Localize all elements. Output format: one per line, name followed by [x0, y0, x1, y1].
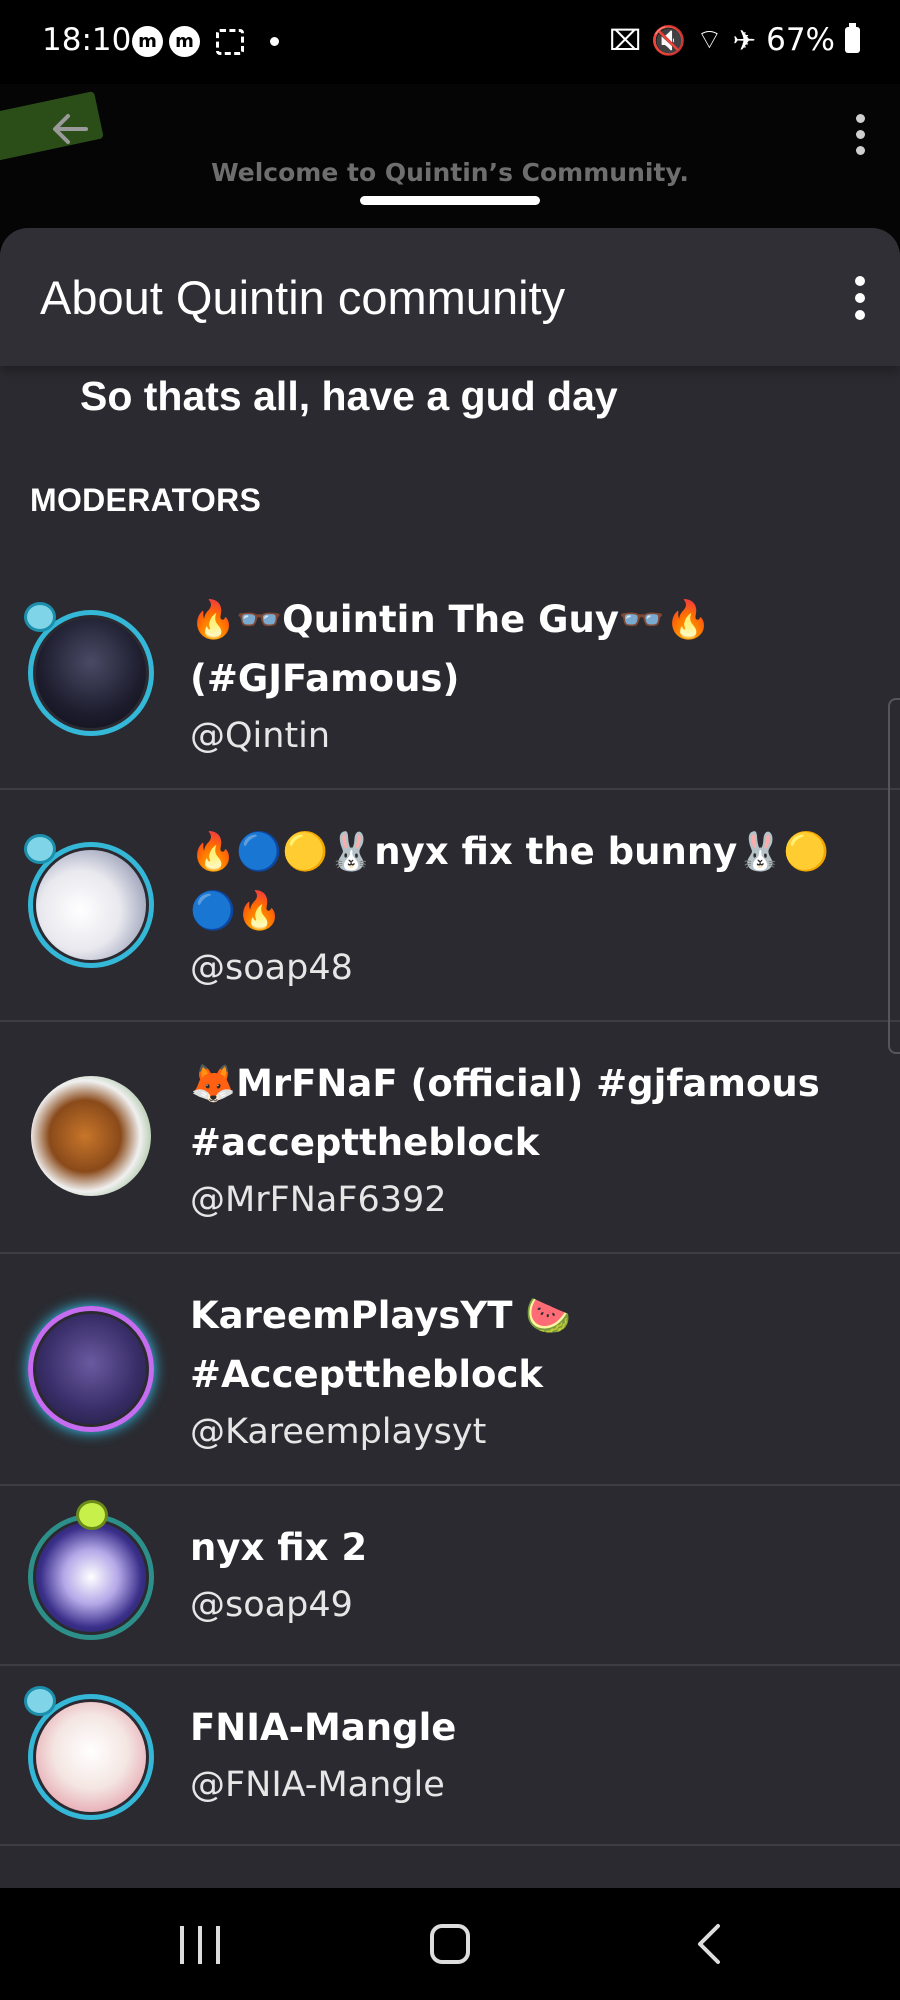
battery-percent: 67%: [766, 22, 835, 58]
avatar-image: [31, 1076, 151, 1196]
moderator-row[interactable]: FNIA-Mangle @FNIA-Mangle: [0, 1666, 900, 1846]
m-app-icon: m: [132, 26, 163, 57]
moderator-handle: @soap49: [190, 1585, 353, 1625]
avatar[interactable]: [24, 1686, 154, 1820]
avatar[interactable]: [28, 1500, 154, 1640]
about-sheet: About Quintin community So thats all, ha…: [0, 228, 900, 1888]
sheet-title: About Quintin community: [40, 271, 566, 324]
sheet-header: About Quintin community: [0, 228, 900, 366]
status-time: 18:10: [42, 22, 132, 58]
community-header-background: Welcome to Quintin’s Community.: [0, 84, 900, 244]
avatar-frame: [28, 1306, 154, 1432]
frame-badge-icon: [24, 1686, 56, 1716]
home-icon[interactable]: [430, 1924, 470, 1964]
moderator-row[interactable]: nyx fix 2 @soap49: [0, 1486, 900, 1666]
notification-icons: m m: [132, 26, 279, 57]
moderator-name: 🔥👓Quintin The Guy👓🔥 (#GJFamous): [190, 598, 712, 700]
moderator-name: 🔥🔵🟡🐰nyx fix the bunny🐰🟡🔵🔥: [190, 830, 830, 932]
moderator-info: 🦊MrFNaF (official) #gjfamous #accepttheb…: [190, 1054, 840, 1228]
moderator-handle: @Qintin: [190, 716, 331, 756]
frame-badge-icon: [76, 1500, 108, 1530]
moderator-row[interactable]: 🔥👓Quintin The Guy👓🔥 (#GJFamous) @Qintin: [0, 558, 900, 790]
moderator-handle: @FNIA-Mangle: [190, 1765, 445, 1805]
battery-icon: [845, 23, 860, 53]
header-more-icon[interactable]: [850, 114, 870, 164]
moderator-name: nyx fix 2: [190, 1526, 368, 1569]
moderator-row[interactable]: 🦊MrFNaF (official) #gjfamous #accepttheb…: [0, 1022, 900, 1254]
status-right: ⌧ 🔇 ⌔ ✈ 67%: [609, 22, 860, 58]
community-description: So thats all, have a gud day: [80, 373, 618, 419]
frame-badge-icon: [24, 834, 56, 864]
moderator-info: 🔥🔵🟡🐰nyx fix the bunny🐰🟡🔵🔥 @soap48: [190, 822, 840, 996]
moderator-row[interactable]: 🔥🔵🟡🐰nyx fix the bunny🐰🟡🔵🔥 @soap48: [0, 790, 900, 1022]
mute-icon: 🔇: [651, 23, 687, 57]
more-notifications-icon: [270, 37, 279, 46]
moderator-info: nyx fix 2 @soap49: [190, 1518, 840, 1633]
scrollbar[interactable]: [888, 698, 900, 1054]
moderator-info: KareemPlaysYT 🍉 #Accepttheblock @Kareemp…: [190, 1286, 840, 1460]
moderator-info: 🔥👓Quintin The Guy👓🔥 (#GJFamous) @Qintin: [190, 590, 840, 764]
moderator-list: 🔥👓Quintin The Guy👓🔥 (#GJFamous) @Qintin …: [0, 558, 900, 1846]
status-bar: 18:10 m m ⌧ 🔇 ⌔ ✈ 67%: [0, 0, 900, 84]
wifi-icon: ⌔: [696, 22, 723, 56]
welcome-banner: Welcome to Quintin’s Community.: [211, 158, 689, 187]
battery-saver-icon: ⌧: [609, 23, 642, 57]
airplane-icon: ✈: [732, 23, 757, 57]
moderator-info: FNIA-Mangle @FNIA-Mangle: [190, 1698, 840, 1813]
avatar[interactable]: [24, 602, 154, 736]
avatar-frame: [28, 1514, 154, 1640]
back-icon[interactable]: [690, 1922, 730, 1966]
recent-apps-icon[interactable]: [180, 1926, 220, 1964]
moderator-handle: @soap48: [190, 948, 353, 988]
moderator-handle: @MrFNaF6392: [190, 1180, 447, 1220]
back-arrow-icon[interactable]: [46, 104, 96, 154]
moderator-name: FNIA-Mangle: [190, 1706, 457, 1749]
moderator-name: KareemPlaysYT 🍉 #Accepttheblock: [190, 1294, 572, 1396]
moderator-handle: @Kareemplaysyt: [190, 1412, 487, 1452]
moderator-name: 🦊MrFNaF (official) #gjfamous #accepttheb…: [190, 1062, 820, 1164]
sheet-more-icon[interactable]: [850, 276, 870, 326]
m-app-icon: m: [169, 26, 200, 57]
screen-record-icon: [216, 28, 244, 55]
avatar[interactable]: [28, 1306, 154, 1432]
frame-badge-icon: [24, 602, 56, 632]
avatar[interactable]: [31, 1076, 151, 1196]
sheet-drag-handle[interactable]: [360, 196, 540, 205]
moderators-heading: MODERATORS: [30, 482, 262, 518]
system-nav-bar: [0, 1888, 900, 2000]
moderator-row[interactable]: KareemPlaysYT 🍉 #Accepttheblock @Kareemp…: [0, 1254, 900, 1486]
avatar[interactable]: [24, 834, 154, 968]
